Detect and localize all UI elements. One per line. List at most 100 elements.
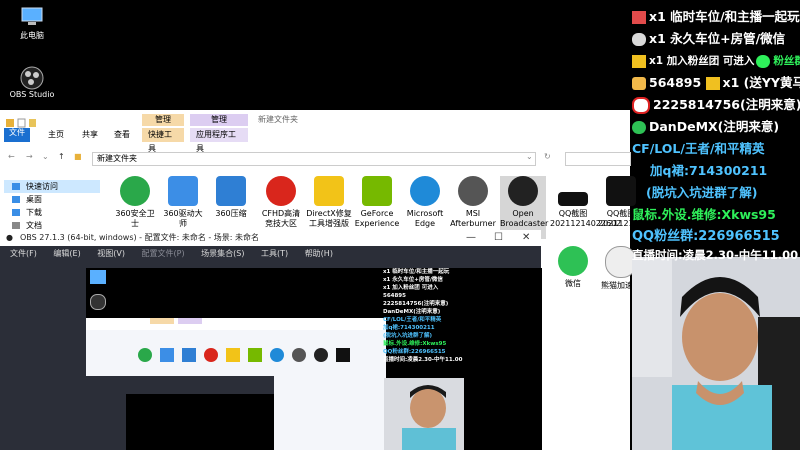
streamer-photo xyxy=(632,257,800,450)
obs-menubar: 文件(F) 编辑(E) 视图(V) 配置文件(P) 场景集合(S) 工具(T) … xyxy=(0,246,541,262)
file-item[interactable]: GeForce Experience xyxy=(354,176,400,229)
file-item[interactable]: CFHD高清竞技大区 xyxy=(258,176,304,229)
desktop-icon-label: OBS Studio xyxy=(9,90,55,99)
chevron-down-icon[interactable]: ⌄ xyxy=(42,152,49,161)
tab-app-tools[interactable]: 应用程序工具 xyxy=(190,128,248,153)
overlay-line-games: CF/LOL/王者/和平精英 xyxy=(632,141,765,156)
overlay-line-fan-club: x1 加入粉丝团 可进入 粉丝群 xyxy=(632,50,800,72)
file-item[interactable]: MSI Afterburner xyxy=(450,176,496,229)
tab-shortcut-tools[interactable]: 快捷工具 xyxy=(142,128,184,153)
overlay-line-perm-seat: x1 永久车位+房管/微信 xyxy=(632,28,800,50)
overlay-line-temp-seat: x1 临时车位/和主播一起玩 xyxy=(632,6,800,28)
file-item[interactable]: DirectX修复工具增强版 xyxy=(306,176,352,229)
star-icon xyxy=(12,183,20,190)
mini-obs-preview xyxy=(126,394,274,450)
edge-icon xyxy=(410,176,440,206)
overlay-line-join-group: (脱坑入坑进群了解) xyxy=(646,185,758,200)
desktop-icon-this-pc[interactable]: 此电脑 xyxy=(8,6,56,41)
menu-tools[interactable]: 工具(T) xyxy=(261,249,288,258)
geforce-icon xyxy=(362,176,392,206)
quick-access-toolbar[interactable] xyxy=(4,113,64,128)
overlay-line-wechat: DanDeMX(注明来意) xyxy=(632,116,800,138)
context-header-manage-2: 管理 xyxy=(190,114,248,126)
obs-icon xyxy=(90,294,106,310)
context-header-manage: 管理 xyxy=(142,114,184,126)
wechat-icon xyxy=(558,246,588,276)
mini-webcam xyxy=(384,378,464,450)
tab-file[interactable]: 文件 xyxy=(4,128,30,142)
overlay-line-yy-id: 564895 x1 (送YY黄马) xyxy=(632,72,800,94)
webcam-feed xyxy=(632,257,800,450)
obs-icon: ● xyxy=(6,233,13,242)
computer-icon xyxy=(90,270,106,284)
tab-home[interactable]: 主页 xyxy=(42,128,70,142)
wechat-icon xyxy=(632,121,646,134)
forward-icon[interactable]: → xyxy=(26,152,33,161)
msi-afterburner-icon xyxy=(458,176,488,206)
directx-icon xyxy=(314,176,344,206)
download-icon xyxy=(12,209,20,216)
ribbon: 管理 管理 新建文件夹 文件 主页 共享 查看 快捷工具 应用程序工具 xyxy=(0,110,630,153)
ticket-icon xyxy=(632,54,646,68)
ticket-icon xyxy=(705,77,720,90)
overlay-line-peripheral: 鼠标.外设.维修:Xkws95 xyxy=(632,207,776,222)
mini-tab xyxy=(150,318,174,324)
address-input[interactable]: 新建文件夹 xyxy=(92,152,536,166)
desktop-icon-obs[interactable]: OBS Studio xyxy=(4,66,60,99)
obs-title: OBS 27.1.3 (64-bit, windows) - 配置文件: 未命名… xyxy=(20,233,260,242)
file-item[interactable]: 360驱动大师 xyxy=(160,176,206,229)
obs-preview[interactable]: x1 临时车位/和主播一起玩 x1 永久车位+房管/微信 x1 加入粉丝团 可进… xyxy=(86,268,542,450)
menu-edit[interactable]: 编辑(E) xyxy=(53,249,80,258)
overlay-line-fan-group: QQ粉丝群:226966515 xyxy=(632,229,780,244)
sidebar-item-desktop[interactable]: 桌面 xyxy=(4,193,100,206)
menu-view[interactable]: 视图(V) xyxy=(97,249,125,258)
search-input[interactable] xyxy=(565,152,631,166)
window-title: 新建文件夹 xyxy=(258,115,298,124)
obs-icon xyxy=(508,176,538,206)
back-icon[interactable]: ← xyxy=(8,152,15,161)
document-icon xyxy=(12,222,20,229)
refresh-icon[interactable]: ↻ xyxy=(544,152,551,161)
folder-icon: ■ xyxy=(74,152,82,161)
mini-overlay-text: x1 临时车位/和主播一起玩 x1 永久车位+房管/微信 x1 加入粉丝团 可进… xyxy=(383,269,463,363)
mini-obs-window xyxy=(86,376,274,450)
menu-scene-collection[interactable]: 场景集合(S) xyxy=(201,249,244,258)
menu-file[interactable]: 文件(F) xyxy=(10,249,37,258)
file-item[interactable]: QQ截图20211214022602 xyxy=(550,192,621,229)
mini-tab xyxy=(178,318,202,324)
file-item[interactable]: 360压缩 xyxy=(208,176,254,219)
cfhd-icon xyxy=(266,176,296,206)
close-icon[interactable]: ✕ xyxy=(522,230,530,246)
up-icon[interactable]: ↑ xyxy=(58,152,65,161)
maximize-icon[interactable]: ☐ xyxy=(494,230,503,246)
overlay-line-qq: 2225814756(注明来意) xyxy=(632,94,800,116)
rocket-icon xyxy=(632,33,646,46)
mini-ribbon xyxy=(86,318,386,330)
wechat-icon xyxy=(756,54,771,68)
menu-help[interactable]: 帮助(H) xyxy=(305,249,333,258)
sidebar: 快速访问 桌面 下载 文档 xyxy=(4,180,100,232)
file-item[interactable]: 微信 xyxy=(550,246,596,289)
menu-profile[interactable]: 配置文件(P) xyxy=(142,249,185,258)
recursive-explorer-preview xyxy=(86,318,386,450)
overlay-line-qq-group: 加q裙:714300211 xyxy=(650,163,768,178)
chevron-down-icon[interactable]: ⌄ xyxy=(526,152,533,161)
desktop-icon xyxy=(12,196,20,203)
file-item[interactable]: 360安全卫士 xyxy=(112,176,158,229)
tab-share[interactable]: 共享 xyxy=(76,128,104,142)
desktop-icon-label: 此电脑 xyxy=(20,31,44,40)
360-driver-icon xyxy=(168,176,198,206)
obs-titlebar: ● OBS 27.1.3 (64-bit, windows) - 配置文件: 未… xyxy=(0,230,541,246)
address-bar-row: ← → ⌄ ↑ ■ 新建文件夹 ⌄ ↻ xyxy=(0,150,631,166)
overlay-line-schedule: 直播时间:凌晨2.30-中午11.00 xyxy=(632,248,799,262)
sidebar-item-quick-access[interactable]: 快速访问 xyxy=(4,180,100,193)
360-safe-icon xyxy=(120,176,150,206)
obs-icon xyxy=(19,66,45,90)
file-item[interactable]: Microsoft Edge xyxy=(402,176,448,229)
sidebar-item-downloads[interactable]: 下载 xyxy=(4,206,100,219)
badge-icon xyxy=(632,77,646,90)
tab-view[interactable]: 查看 xyxy=(108,128,136,142)
minimize-icon[interactable]: — xyxy=(466,230,476,246)
screenshot-icon xyxy=(558,192,588,206)
computer-icon xyxy=(19,6,45,28)
